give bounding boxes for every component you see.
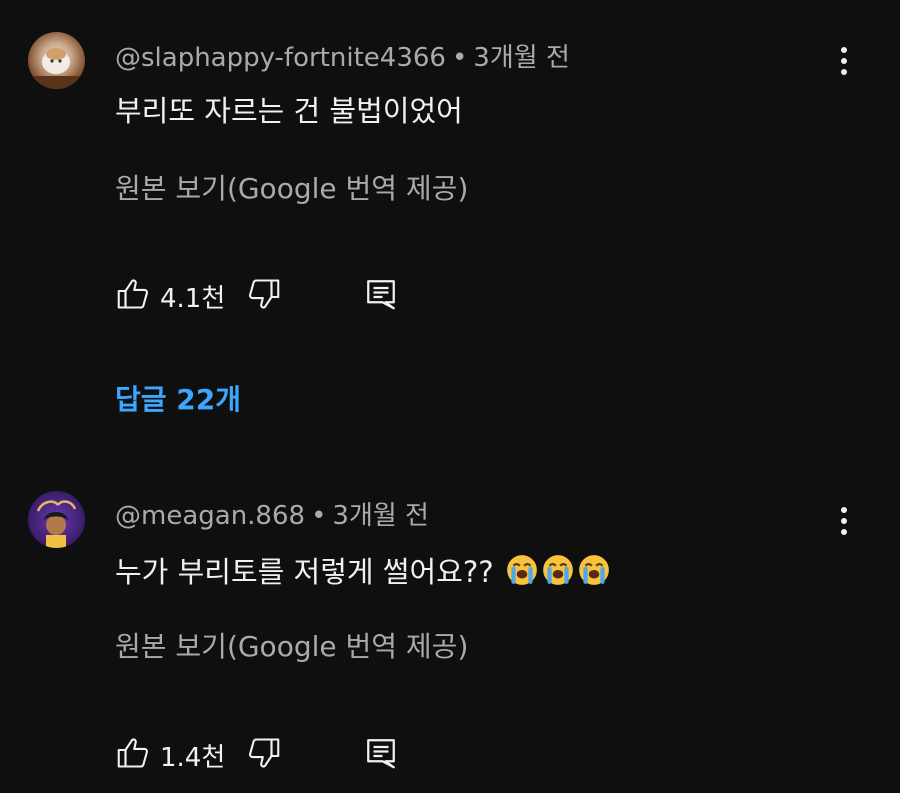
more-vert-icon	[841, 47, 847, 53]
separator-dot: •	[451, 43, 468, 73]
loudly-crying-face-icon	[506, 555, 537, 585]
comment-text: 부리또 자르는 건 불법이었어	[115, 94, 463, 128]
like-count: 1.4천	[160, 743, 226, 773]
more-options-button[interactable]	[828, 501, 860, 541]
see-original-link[interactable]: 원본 보기(Google 번역 제공)	[115, 625, 468, 665]
author-name[interactable]: @slaphappy-fortnite4366	[115, 43, 446, 73]
author-name[interactable]: @meagan.868	[115, 501, 305, 531]
dislike-icon[interactable]	[246, 735, 282, 771]
comment-header: @meagan.868 • 3개월 전	[115, 495, 429, 532]
comment-text: 누가 부리토를 저렇게 썰어요??	[115, 549, 611, 591]
avatar[interactable]	[28, 491, 85, 548]
like-icon[interactable]	[115, 735, 151, 771]
comment-actions: 1.4천	[115, 735, 535, 775]
dislike-icon[interactable]	[246, 276, 282, 312]
like-count: 4.1천	[160, 284, 226, 314]
like-icon[interactable]	[115, 276, 151, 312]
comment-header: @slaphappy-fortnite4366 • 3개월 전	[115, 37, 570, 74]
separator-dot: •	[311, 501, 327, 531]
comment-text-body: 누가 부리토를 저렇게 썰어요??	[115, 555, 494, 589]
more-options-button[interactable]	[828, 41, 860, 81]
view-replies-button[interactable]: 답글 22개	[115, 378, 241, 418]
more-vert-icon	[841, 507, 847, 513]
timestamp[interactable]: 3개월 전	[473, 43, 570, 73]
loudly-crying-face-icon	[578, 555, 609, 585]
avatar[interactable]	[28, 32, 85, 89]
comment-item: @meagan.868•3개월 전 누가 부리토를 저렇게 썰어요?? 원본	[0, 470, 900, 793]
reply-icon[interactable]	[363, 735, 399, 771]
comment-item: @slaphappy-fortnite4366 • 3개월 전 부리또 자르는 건 …	[0, 0, 900, 470]
timestamp[interactable]: 3개월 전	[332, 501, 429, 531]
see-original-link[interactable]: 원본 보기(Google 번역 제공)	[115, 167, 468, 207]
reply-icon[interactable]	[363, 276, 399, 312]
comment-actions: 4.1천	[115, 276, 535, 316]
loudly-crying-face-icon	[542, 555, 573, 585]
